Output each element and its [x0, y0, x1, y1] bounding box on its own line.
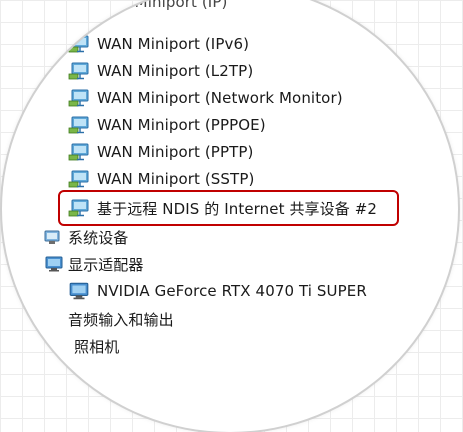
tree-item-label: WAN Miniport (Network Monitor)	[97, 89, 343, 107]
tree-item-wan-pptp[interactable]: WAN Miniport (PPTP)	[68, 140, 253, 164]
tree-item-label: NVIDIA GeForce RTX 4070 Ti SUPER	[97, 282, 367, 300]
device-manager-zoom-view: WAN Miniport (IP) WAN Miniport (IPv6) WA…	[0, 0, 463, 432]
network-adapter-icon	[68, 89, 90, 107]
network-adapter-icon	[68, 143, 90, 161]
display-adapter-icon	[44, 256, 64, 272]
tree-item-wan-ipv6[interactable]: WAN Miniport (IPv6)	[68, 32, 249, 56]
tree-item-label: WAN Miniport (PPTP)	[97, 143, 254, 161]
tree-item-label: WAN Miniport (IP)	[94, 0, 228, 11]
tree-item-wan-pppoe[interactable]: WAN Miniport (PPPOE)	[68, 113, 266, 137]
tree-item-label: WAN Miniport (PPPOE)	[97, 116, 266, 134]
tree-category-system-devices[interactable]: 系统设备	[44, 225, 128, 249]
tree-item-wan-network-monitor[interactable]: WAN Miniport (Network Monitor)	[68, 86, 343, 110]
tree-category-label: 显示适配器	[68, 255, 144, 274]
display-adapter-icon	[68, 282, 90, 300]
network-adapter-icon	[68, 62, 90, 80]
tree-category-display-adapters[interactable]: 显示适配器	[44, 252, 144, 276]
tree-category-audio[interactable]: 音频输入和输出	[68, 307, 174, 331]
network-adapter-icon	[68, 35, 90, 53]
tree-item-partial[interactable]: WAN Miniport (IP)	[94, 0, 227, 14]
tree-category-camera[interactable]: 照相机	[74, 334, 119, 358]
tree-item-label: WAN Miniport (SSTP)	[97, 170, 255, 188]
tree-category-label: 音频输入和输出	[68, 310, 174, 329]
tree-category-label: 照相机	[74, 337, 120, 356]
tree-item-wan-sstp[interactable]: WAN Miniport (SSTP)	[68, 167, 254, 191]
tree-item-label: WAN Miniport (L2TP)	[97, 62, 254, 80]
network-adapter-icon	[68, 170, 90, 188]
tree-item-wan-l2tp[interactable]: WAN Miniport (L2TP)	[68, 59, 253, 83]
network-adapter-icon	[68, 116, 90, 134]
tree-category-label: 系统设备	[68, 228, 129, 247]
tree-item-label: WAN Miniport (IPv6)	[97, 35, 250, 53]
tree-item-gpu[interactable]: NVIDIA GeForce RTX 4070 Ti SUPER	[68, 279, 367, 303]
system-devices-icon	[44, 229, 64, 245]
highlight-box	[58, 190, 399, 226]
